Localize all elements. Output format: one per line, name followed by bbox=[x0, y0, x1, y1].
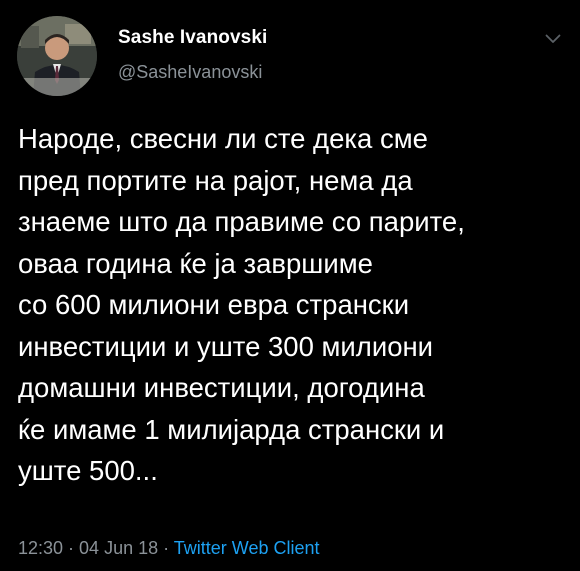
author-name[interactable]: Sashe Ivanovski bbox=[118, 27, 267, 49]
tweet-card: Sashe Ivanovski @SasheIvanovski Народе, … bbox=[0, 0, 580, 571]
tweet-time[interactable]: 12:30 bbox=[18, 538, 63, 558]
tweet-text-line: пред портите на рајот, нема да bbox=[18, 164, 413, 196]
tweet-text-line: уште 500... bbox=[18, 455, 158, 486]
meta-separator: · bbox=[158, 538, 174, 558]
meta-separator: · bbox=[63, 538, 80, 558]
tweet-date[interactable]: 04 Jun 18 bbox=[79, 538, 158, 558]
avatar[interactable] bbox=[17, 16, 97, 96]
chevron-down-icon bbox=[545, 34, 561, 43]
tweet-text-line: со 600 милиони евра странски bbox=[18, 289, 410, 320]
tweet-text-line: ќе имаме 1 милијарда странски и bbox=[18, 413, 445, 445]
author-handle[interactable]: @SasheIvanovski bbox=[118, 62, 262, 83]
tweet-text-line: знаеме што да правиме со парите, bbox=[18, 206, 465, 237]
tweet-text-line: оваа година ќе ја завршиме bbox=[18, 247, 373, 279]
avatar-photo bbox=[17, 16, 97, 96]
tweet-meta: 12:30 · 04 Jun 18 · Twitter Web Client bbox=[18, 538, 320, 559]
tweet-text-line: домашни инвестиции, догодина bbox=[18, 372, 425, 403]
tweet-text: Народе, свесни ли сте дека сме пред порт… bbox=[18, 118, 566, 492]
tweet-menu-button[interactable] bbox=[540, 28, 566, 50]
tweet-source-link[interactable]: Twitter Web Client bbox=[174, 538, 320, 558]
tweet-text-line: инвестиции и уште 300 милиони bbox=[18, 330, 434, 362]
tweet-text-line: Народе, свесни ли сте дека сме bbox=[18, 123, 428, 154]
